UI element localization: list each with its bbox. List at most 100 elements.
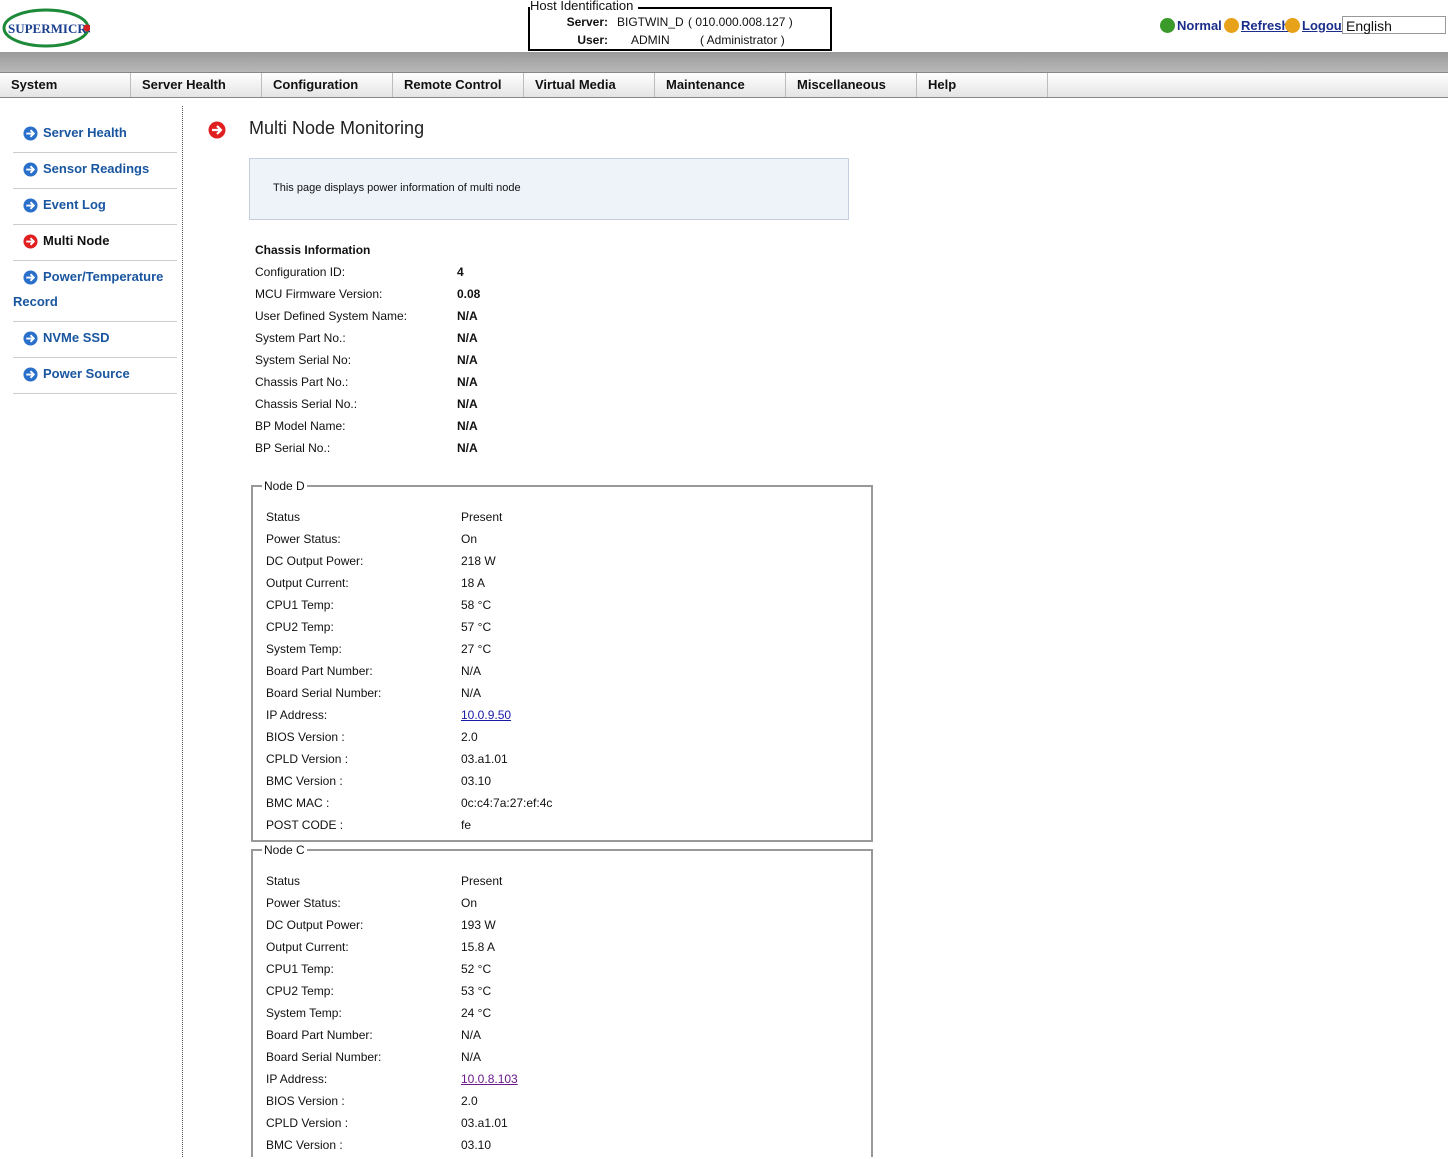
field-label: BIOS Version : xyxy=(266,1094,345,1108)
field-label: BMC Version : xyxy=(266,1138,343,1152)
field-label: Board Part Number: xyxy=(266,664,373,678)
field-value: On xyxy=(461,896,478,910)
arrow-right-icon xyxy=(23,126,38,141)
sidebar-item-power-source[interactable]: Power Source xyxy=(13,366,177,394)
field-value: fe xyxy=(461,818,472,832)
sidebar-item-label: Event Log xyxy=(43,197,106,212)
field-label: BP Serial No.: xyxy=(255,441,331,455)
chassis-row: User Defined System Name: N/A xyxy=(255,308,478,330)
user-role: ( Administrator ) xyxy=(700,33,785,47)
status-normal-label: Normal xyxy=(1177,18,1222,33)
language-select[interactable]: English xyxy=(1342,16,1446,34)
sidebar-item-label: Multi Node xyxy=(43,233,110,248)
menu-system[interactable]: System xyxy=(0,73,131,97)
field-label: Output Current: xyxy=(266,940,349,954)
menu-maintenance[interactable]: Maintenance xyxy=(655,73,786,97)
server-value: BIGTWIN_D xyxy=(617,15,684,29)
field-label: Chassis Part No.: xyxy=(255,375,349,389)
ip-address-link[interactable]: 10.0.8.103 xyxy=(461,1072,518,1086)
field-label: BMC MAC : xyxy=(266,796,330,810)
field-label: CPU1 Temp: xyxy=(266,962,334,976)
node-legend: Node C xyxy=(264,843,305,857)
field-value: N/A xyxy=(461,1028,482,1042)
field-value: N/A xyxy=(461,1050,482,1064)
server-ip: ( 010.000.008.127 ) xyxy=(688,15,793,29)
field-value: Present xyxy=(461,874,503,888)
chassis-row: System Serial No: N/A xyxy=(255,352,478,374)
header: SUPERMICRO Host Identification Server: B… xyxy=(0,0,1448,52)
field-value: N/A xyxy=(457,309,478,323)
page-description-box: This page displays power information of … xyxy=(249,158,849,220)
sidebar-item-nvme-ssd[interactable]: NVMe SSD xyxy=(13,330,177,358)
sidebar-item-label: NVMe SSD xyxy=(43,330,110,345)
field-value: 193 W xyxy=(461,918,496,932)
field-label: Power Status: xyxy=(266,896,341,910)
page-title: Multi Node Monitoring xyxy=(249,118,425,138)
field-value: 27 °C xyxy=(461,642,492,656)
chassis-row: Configuration ID: 4 xyxy=(255,264,464,286)
field-label: Board Serial Number: xyxy=(266,1050,382,1064)
chassis-row: Chassis Serial No.: N/A xyxy=(255,396,478,418)
page-description: This page displays power information of … xyxy=(273,182,521,194)
field-label: User Defined System Name: xyxy=(255,309,408,323)
field-label: System Part No.: xyxy=(255,331,346,345)
field-value: 0c:c4:7a:27:ef:4c xyxy=(461,796,553,810)
menu-configuration[interactable]: Configuration xyxy=(262,73,393,97)
host-identification-legend: Host Identification xyxy=(530,0,636,13)
field-value: 0.08 xyxy=(457,287,481,301)
chassis-heading: Chassis Information xyxy=(255,243,371,257)
field-label: Status xyxy=(266,874,301,888)
menu-help[interactable]: Help xyxy=(917,73,1048,97)
menu-server-health[interactable]: Server Health xyxy=(131,73,262,97)
field-label: Status xyxy=(266,510,301,524)
field-label: Configuration ID: xyxy=(255,265,346,279)
field-value: 18 A xyxy=(461,576,486,590)
menu-virtual-media[interactable]: Virtual Media xyxy=(524,73,655,97)
field-value: N/A xyxy=(457,441,478,455)
field-label: CPU2 Temp: xyxy=(266,620,334,634)
field-label: Chassis Serial No.: xyxy=(255,397,358,411)
arrow-right-icon xyxy=(23,367,38,382)
field-label: BP Model Name: xyxy=(255,419,346,433)
field-value: N/A xyxy=(457,419,478,433)
sidebar-item-label: Power/Temperature xyxy=(43,269,164,284)
logout-icon xyxy=(1285,18,1300,33)
node-legend: Node D xyxy=(264,479,305,493)
logout-link[interactable]: Logout xyxy=(1285,16,1346,36)
field-value: 03.a1.01 xyxy=(461,752,508,766)
sidebar-item-sensor-readings[interactable]: Sensor Readings xyxy=(13,161,177,189)
refresh-icon xyxy=(1224,18,1239,33)
status-normal-item: Normal xyxy=(1160,16,1222,36)
user-value: ADMIN xyxy=(631,33,670,47)
logo-text: SUPERMICRO xyxy=(8,21,90,36)
field-label: BIOS Version : xyxy=(266,730,345,744)
sidebar-item-label: Server Health xyxy=(43,125,127,140)
node-c-panel: Node C Status Present Power Status: On DC … xyxy=(251,843,873,1157)
field-label: Board Part Number: xyxy=(266,1028,373,1042)
check-icon xyxy=(1160,18,1175,33)
menu-miscellaneous[interactable]: Miscellaneous xyxy=(786,73,917,97)
refresh-link-label[interactable]: Refresh xyxy=(1241,18,1289,33)
field-label: Board Serial Number: xyxy=(266,686,382,700)
supermicro-logo[interactable]: SUPERMICRO xyxy=(2,6,90,48)
ip-address-link[interactable]: 10.0.9.50 xyxy=(461,708,511,722)
field-value: 4 xyxy=(457,265,464,279)
sidebar-item-label: Power Source xyxy=(43,366,130,381)
field-value: 52 °C xyxy=(461,962,492,976)
field-value: 53 °C xyxy=(461,984,492,998)
field-label: CPU1 Temp: xyxy=(266,598,334,612)
sidebar-item-event-log[interactable]: Event Log xyxy=(13,197,177,225)
sidebar-item-server-health[interactable]: Server Health xyxy=(13,125,177,153)
sidebar-item-power-temperature-record[interactable]: Power/Temperature Record xyxy=(13,269,177,322)
logout-link-label[interactable]: Logout xyxy=(1302,18,1346,33)
sidebar-item-multi-node[interactable]: Multi Node xyxy=(13,233,177,261)
refresh-link[interactable]: Refresh xyxy=(1224,16,1289,36)
menu-remote-control[interactable]: Remote Control xyxy=(393,73,524,97)
chassis-information: Chassis Information Configuration ID: 4 M… xyxy=(255,242,480,462)
main-menu: System Server Health Configuration Remot… xyxy=(0,72,1448,98)
field-value: N/A xyxy=(457,353,478,367)
field-label: Output Current: xyxy=(266,576,349,590)
sidebar: Server Health Sensor Readings Event Log … xyxy=(0,98,183,1157)
field-value: N/A xyxy=(457,397,478,411)
host-identification: Host Identification Server: BIGTWIN_D ( … xyxy=(528,0,832,51)
